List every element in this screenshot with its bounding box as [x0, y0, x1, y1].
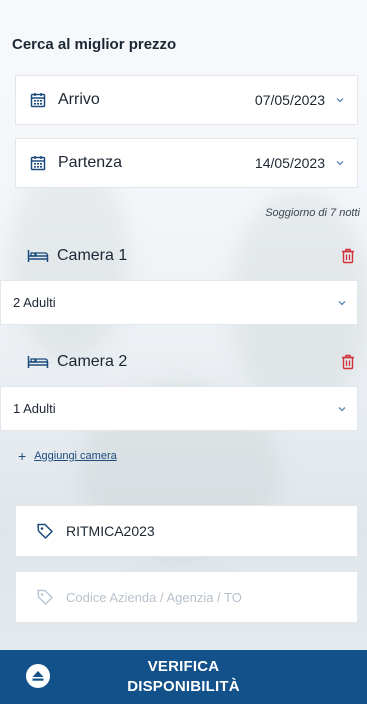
- departure-date-value: 14/05/2023: [254, 155, 325, 171]
- room-guests-select[interactable]: 1 Adulti: [0, 386, 358, 431]
- promo-code-field[interactable]: RITMICA2023: [15, 505, 358, 557]
- tag-icon: [37, 523, 53, 539]
- chevron-down-icon: [336, 161, 344, 166]
- company-code-placeholder: Codice Azienda / Agenzia / TO: [66, 589, 242, 605]
- check-availability-button[interactable]: VERIFICA DISPONIBILITÀ: [0, 650, 367, 704]
- calendar-icon: [30, 156, 46, 171]
- room-guests-select[interactable]: 2 Adulti: [0, 280, 358, 325]
- bed-icon: [27, 250, 49, 262]
- search-title: Cerca al miglior prezzo: [12, 36, 177, 53]
- cta-label-line2: DISPONIBILITÀ: [127, 678, 240, 695]
- eject-icon: [26, 664, 50, 688]
- bed-icon: [27, 356, 49, 368]
- add-room-link[interactable]: + Aggiungi camera: [18, 448, 117, 464]
- arrival-label: Arrivo: [58, 91, 100, 108]
- trash-icon[interactable]: [341, 354, 355, 370]
- chevron-down-icon: [338, 300, 346, 305]
- chevron-down-icon: [336, 98, 344, 103]
- company-code-field[interactable]: Codice Azienda / Agenzia / TO: [15, 571, 358, 623]
- room-header: Camera 1: [0, 236, 367, 276]
- room-name: Camera 1: [57, 247, 128, 264]
- departure-date-field[interactable]: Partenza 14/05/2023: [15, 138, 358, 188]
- cta-label-line1: VERIFICA: [147, 658, 220, 675]
- room-guests-value: 1 Adulti: [13, 401, 56, 416]
- chevron-down-icon: [338, 406, 346, 411]
- arrival-date-field[interactable]: Arrivo 07/05/2023: [15, 75, 358, 125]
- departure-label: Partenza: [58, 154, 123, 171]
- calendar-icon: [30, 93, 46, 108]
- trash-icon[interactable]: [341, 248, 355, 264]
- stay-length-note: Soggiorno di 7 notti: [265, 207, 360, 219]
- promo-code-value: RITMICA2023: [66, 523, 155, 539]
- tag-icon: [37, 589, 53, 605]
- room-header: Camera 2: [0, 342, 367, 382]
- room-name: Camera 2: [57, 353, 128, 370]
- arrival-date-value: 07/05/2023: [254, 92, 325, 108]
- add-room-label: Aggiungi camera: [34, 450, 117, 462]
- room-guests-value: 2 Adulti: [13, 295, 56, 310]
- plus-icon: +: [18, 448, 27, 464]
